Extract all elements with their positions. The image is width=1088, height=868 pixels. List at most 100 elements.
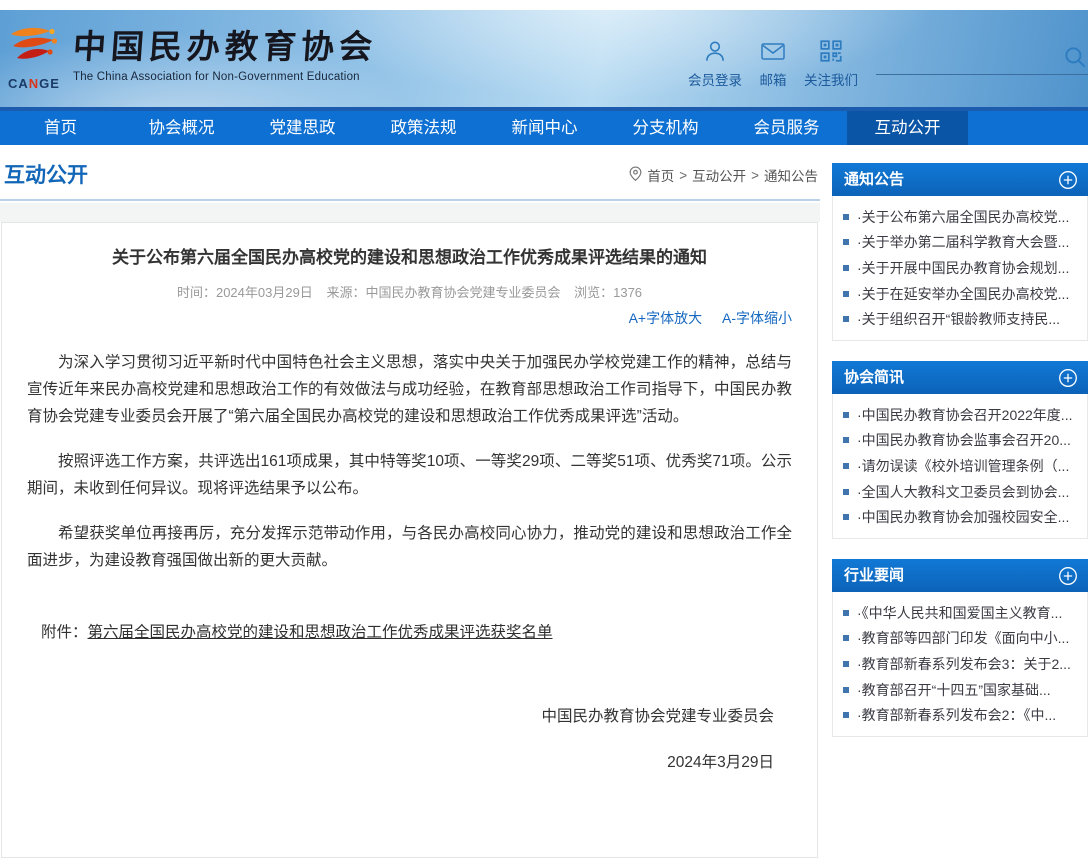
main-nav: 首页 协会概况 党建思政 政策法规 新闻中心 分支机构 会员服务 互动公开: [0, 107, 1088, 145]
user-icon: [702, 38, 728, 64]
list-item[interactable]: ·关于开展中国民办教育协会规划...: [843, 255, 1087, 281]
panel-association-news: 协会简讯 ·中国民办教育协会召开2022年度... ·中国民办教育协会监事会召开…: [832, 361, 1088, 539]
meta-time-value: 2024年03月29日: [216, 285, 313, 300]
panel-title: 行业要闻: [844, 567, 904, 584]
breadcrumb-separator: >: [679, 168, 687, 183]
attachment-label: 附件：: [41, 624, 88, 641]
panel-association-news-header: 协会简讯: [832, 361, 1088, 394]
mail-icon: [759, 38, 787, 64]
attachment-row: 附件：第六届全国民办高校党的建设和思想政治工作优秀成果评选获奖名单: [27, 620, 792, 642]
article-paragraph: 为深入学习贯彻习近平新时代中国特色社会主义思想，落实中央关于加强民办学校党建工作…: [27, 349, 792, 430]
location-pin-icon: [629, 166, 642, 184]
search-icon[interactable]: [1062, 44, 1088, 75]
attachment-link[interactable]: 第六届全国民办高校党的建设和思想政治工作优秀成果评选获奖名单: [88, 624, 553, 641]
breadcrumb-home[interactable]: 首页: [647, 165, 674, 185]
page-title: 互动公开: [4, 159, 88, 189]
list-item[interactable]: ·全国人大教科文卫委员会到协会...: [843, 479, 1087, 505]
panel-industry-news-list: ·《中华人民共和国爱国主义教育... ·教育部等四部门印发《面向中小... ·教…: [832, 592, 1088, 737]
plus-circle-icon[interactable]: [1058, 565, 1078, 598]
page: CANGE 中国民办教育协会 The China Association for…: [0, 0, 1088, 868]
panel-title: 协会简讯: [844, 369, 904, 386]
site-logo[interactable]: CANGE 中国民办教育协会 The China Association for…: [8, 26, 377, 91]
sidebar: 通知公告 ·关于公布第六届全国民办高校党... ·关于举办第二届科学教育大会暨.…: [832, 163, 1088, 757]
meta-source-value: 中国民办教育协会党建专业委员会: [365, 285, 560, 300]
article-body: 为深入学习贯彻习近平新时代中国特色社会主义思想，落实中央关于加强民办学校党建工作…: [27, 349, 792, 574]
square-bullet-icon: [843, 437, 849, 443]
logo-acronym: CANGE: [8, 76, 60, 91]
square-bullet-icon: [843, 463, 849, 469]
list-item[interactable]: ·《中华人民共和国爱国主义教育...: [843, 600, 1087, 626]
square-bullet-icon: [843, 661, 849, 667]
site-title: 中国民办教育协会: [72, 26, 379, 68]
panel-industry-news-header: 行业要闻: [832, 559, 1088, 592]
logo-swoosh-icon: [9, 26, 59, 75]
article-title: 关于公布第六届全国民办高校党的建设和思想政治工作优秀成果评选结果的通知: [27, 247, 792, 269]
list-item[interactable]: ·请勿误读《校外培训管理条例（...: [843, 453, 1087, 479]
nav-item-home[interactable]: 首页: [0, 111, 121, 145]
nav-item-policies[interactable]: 政策法规: [363, 111, 484, 145]
qrcode-icon: [818, 38, 844, 64]
font-decrease-button[interactable]: A-字体缩小: [722, 310, 792, 326]
breadcrumb-interaction[interactable]: 互动公开: [692, 165, 746, 185]
meta-time-label: 时间：: [177, 285, 216, 300]
site-header: CANGE 中国民办教育协会 The China Association for…: [0, 10, 1088, 107]
article-signature: 中国民办教育协会党建专业委员会: [27, 704, 792, 726]
square-bullet-icon: [843, 316, 849, 322]
nav-item-news[interactable]: 新闻中心: [484, 111, 605, 145]
square-bullet-icon: [843, 610, 849, 616]
meta-views-value: 1376: [613, 285, 642, 300]
article-paragraph: 希望获奖单位再接再厉，充分发挥示范带动作用，与各民办高校同心协力，推动党的建设和…: [27, 520, 792, 574]
follow-us-link[interactable]: 关注我们: [804, 38, 858, 89]
plus-circle-icon[interactable]: [1058, 169, 1078, 202]
quick-link-label: 关注我们: [804, 69, 858, 89]
mailbox-link[interactable]: 邮箱: [759, 38, 787, 89]
font-controls: A+字体放大 A-字体缩小: [27, 308, 792, 328]
nav-item-interaction[interactable]: 互动公开: [847, 111, 968, 145]
header-quick-links: 会员登录 邮箱: [688, 38, 858, 89]
font-increase-button[interactable]: A+字体放大: [629, 310, 703, 326]
article-date: 2024年3月29日: [27, 750, 792, 772]
breadcrumb-separator: >: [751, 168, 759, 183]
list-item[interactable]: ·关于组织召开“银龄教师支持民...: [843, 306, 1087, 332]
meta-source-label: 来源：: [326, 285, 365, 300]
list-item[interactable]: ·中国民办教育协会加强校园安全...: [843, 504, 1087, 530]
list-item[interactable]: ·关于在延安举办全国民办高校党...: [843, 281, 1087, 307]
nav-item-branches[interactable]: 分支机构: [605, 111, 726, 145]
square-bullet-icon: [843, 265, 849, 271]
site-subtitle: The China Association for Non-Government…: [73, 71, 377, 83]
nav-item-member-services[interactable]: 会员服务: [726, 111, 847, 145]
article: 关于公布第六届全国民办高校党的建设和思想政治工作优秀成果评选结果的通知 时间：2…: [1, 222, 818, 858]
list-item[interactable]: ·关于公布第六届全国民办高校党...: [843, 204, 1087, 230]
member-login-link[interactable]: 会员登录: [688, 38, 742, 89]
nav-item-party-building[interactable]: 党建思政: [242, 111, 363, 145]
square-bullet-icon: [843, 239, 849, 245]
header-divider: [876, 74, 1088, 75]
panel-notices-list: ·关于公布第六届全国民办高校党... ·关于举办第二届科学教育大会暨... ·关…: [832, 196, 1088, 341]
list-item[interactable]: ·中国民办教育协会监事会召开20...: [843, 428, 1087, 454]
plus-circle-icon[interactable]: [1058, 367, 1078, 400]
nav-item-about[interactable]: 协会概况: [121, 111, 242, 145]
panel-title: 通知公告: [844, 171, 904, 188]
breadcrumb: 首页 > 互动公开 > 通知公告: [629, 165, 818, 185]
list-item[interactable]: ·关于举办第二届科学教育大会暨...: [843, 230, 1087, 256]
square-bullet-icon: [843, 291, 849, 297]
square-bullet-icon: [843, 712, 849, 718]
list-item[interactable]: ·教育部新春系列发布会3：关于2...: [843, 651, 1087, 677]
list-item[interactable]: ·教育部召开“十四五”国家基础...: [843, 677, 1087, 703]
panel-notices-header: 通知公告: [832, 163, 1088, 196]
square-bullet-icon: [843, 412, 849, 418]
top-strip: [0, 0, 1088, 10]
quick-link-label: 邮箱: [760, 69, 787, 89]
list-item[interactable]: ·教育部等四部门印发《面向中小...: [843, 626, 1087, 652]
list-item[interactable]: ·中国民办教育协会召开2022年度...: [843, 402, 1087, 428]
square-bullet-icon: [843, 635, 849, 641]
section-underband: [0, 203, 820, 222]
list-item[interactable]: ·教育部新春系列发布会2：《中...: [843, 702, 1087, 728]
panel-association-news-list: ·中国民办教育协会召开2022年度... ·中国民办教育协会监事会召开20...…: [832, 394, 1088, 539]
square-bullet-icon: [843, 687, 849, 693]
square-bullet-icon: [843, 489, 849, 495]
article-paragraph: 按照评选工作方案，共评选出161项成果，其中特等奖10项、一等奖29项、二等奖5…: [27, 448, 792, 502]
square-bullet-icon: [843, 214, 849, 220]
article-meta: 时间：2024年03月29日 来源：中国民办教育协会党建专业委员会 浏览：137…: [27, 282, 792, 301]
panel-industry-news: 行业要闻 ·《中华人民共和国爱国主义教育... ·教育部等四部门印发《面向中小.…: [832, 559, 1088, 737]
